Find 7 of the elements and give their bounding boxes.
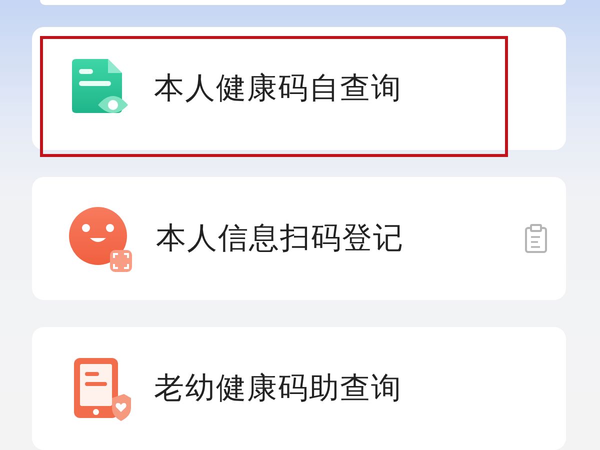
menu-label: 本人信息扫码登记 xyxy=(156,220,404,258)
menu-card[interactable]: 本人信息扫码登记 xyxy=(32,177,566,300)
menu-card[interactable]: 老幼健康码助查询 xyxy=(32,327,566,450)
menu-label: 老幼健康码助查询 xyxy=(154,370,402,408)
menu-label: 本人健康码自查询 xyxy=(154,70,402,108)
clipboard-icon[interactable] xyxy=(524,224,548,254)
smiley-face-icon xyxy=(68,206,134,272)
